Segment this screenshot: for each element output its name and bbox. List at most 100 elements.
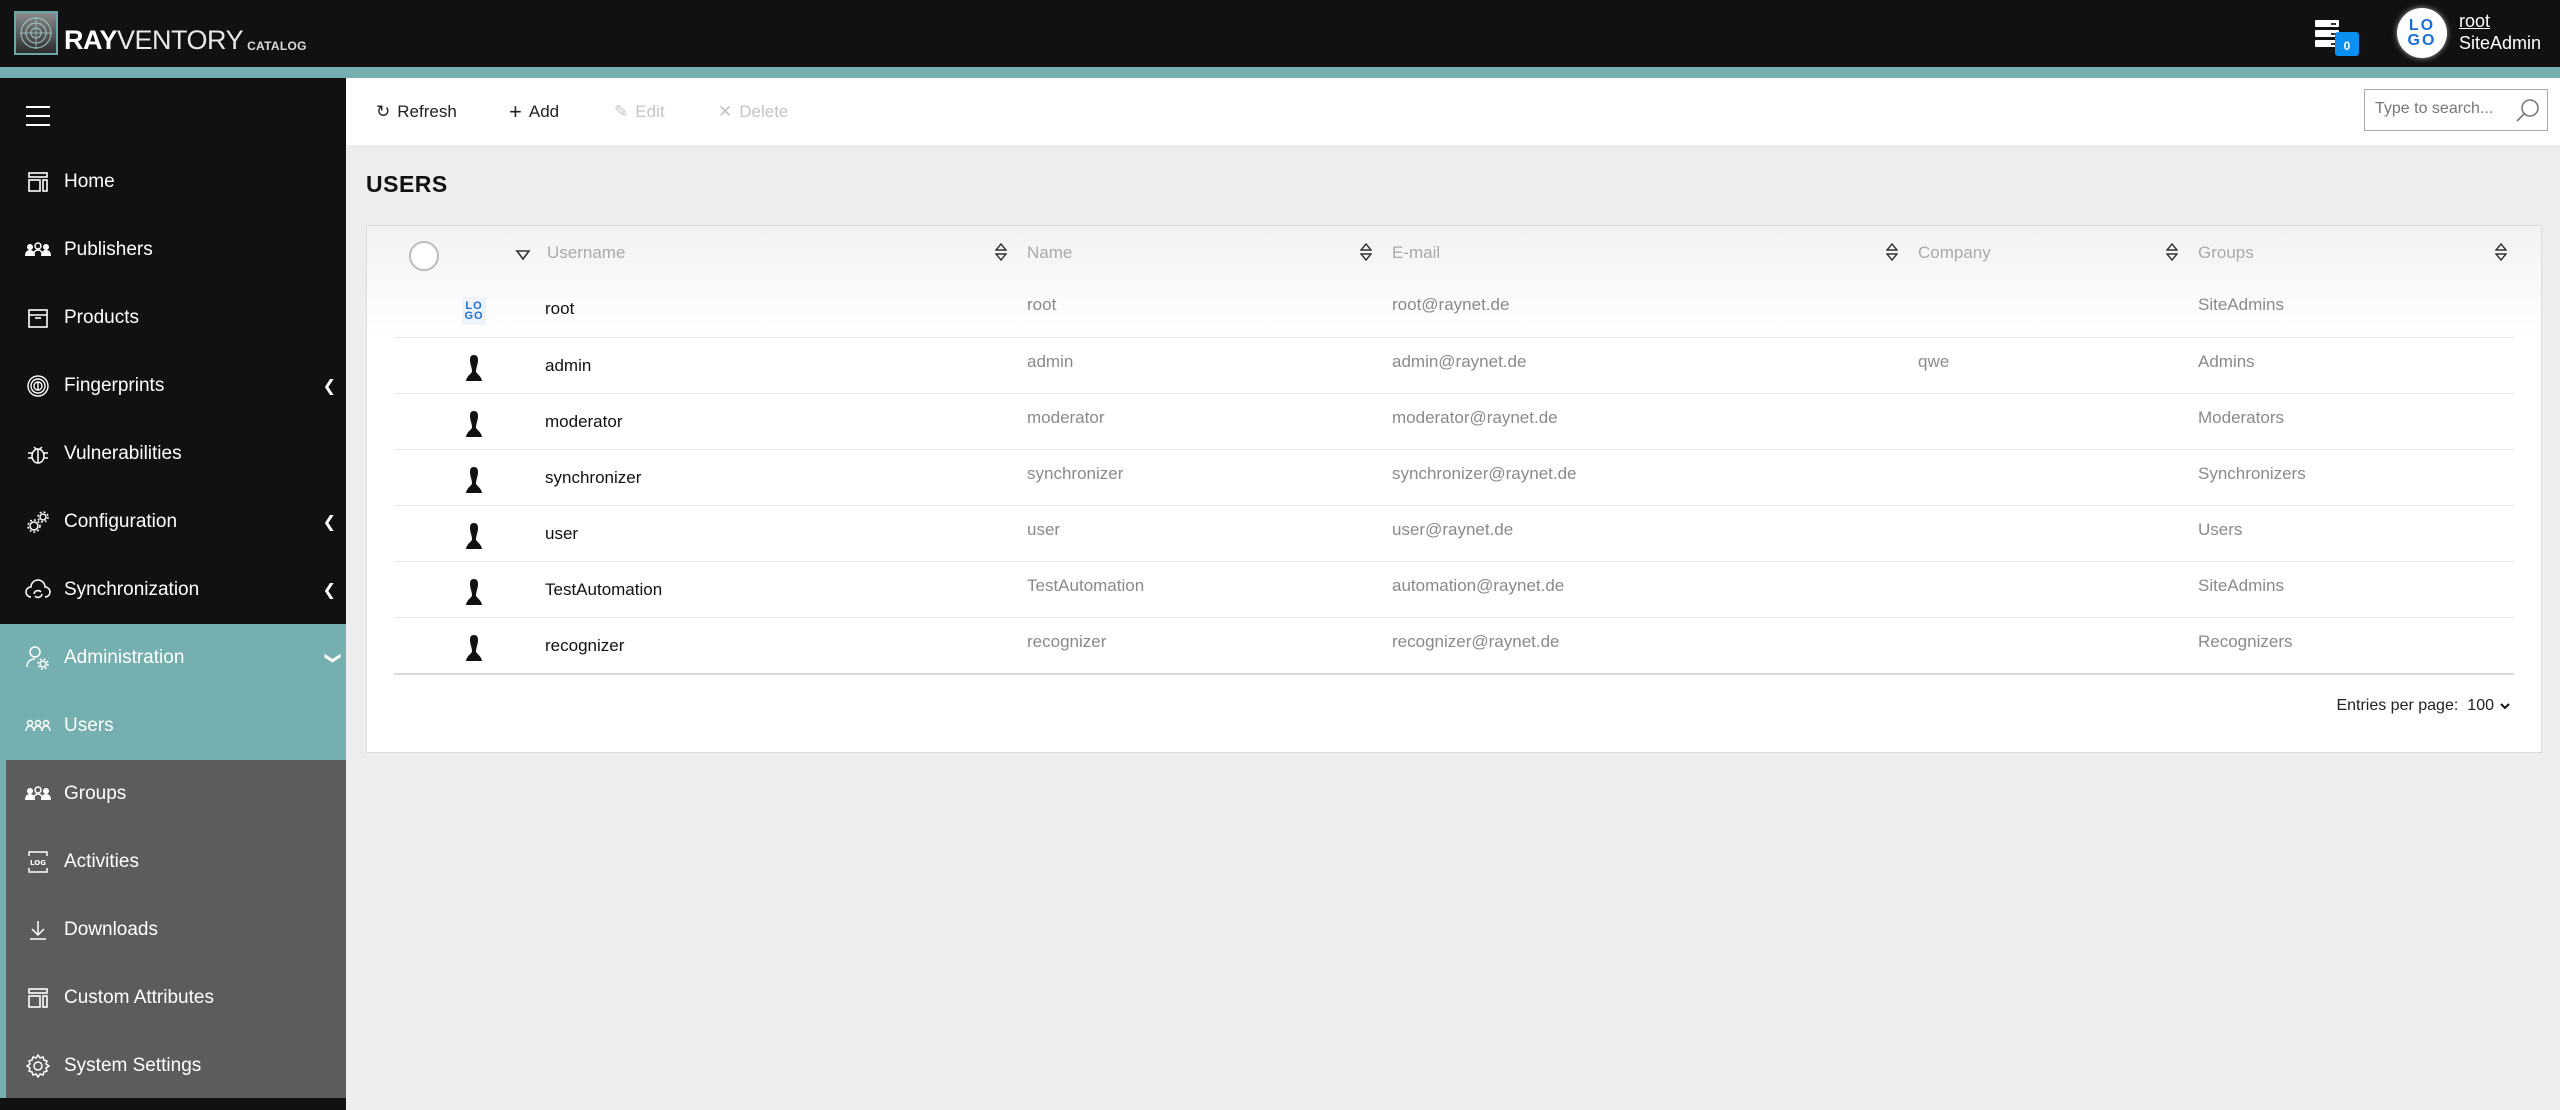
email-cell: admin@raynet.de (1392, 352, 1527, 371)
groups-cell: Recognizers (2198, 632, 2293, 651)
user-silhouette-icon (466, 467, 482, 493)
username-cell[interactable]: user (545, 524, 578, 544)
sidebar-item-label: Users (64, 715, 114, 736)
column-header-email[interactable]: E-mail (1392, 243, 1440, 263)
chevron-down-icon[interactable] (2499, 701, 2511, 711)
brand-light: VENTORY (117, 25, 244, 55)
entries-per-page-select[interactable]: 100 (2467, 697, 2494, 715)
user-name-link[interactable]: root (2459, 11, 2490, 32)
username-cell[interactable]: moderator (545, 412, 622, 432)
refresh-button[interactable]: ↻ Refresh (376, 78, 457, 145)
sort-icon[interactable] (2495, 242, 2507, 262)
sidebar-item-fingerprints[interactable]: Fingerprints ❮ (0, 352, 346, 420)
user-logo-avatar: LO GO (462, 297, 486, 325)
brand-subtitle: CATALOG (247, 39, 307, 53)
sort-icon[interactable] (995, 242, 1007, 262)
search-input[interactable] (2375, 90, 2515, 128)
users-table-panel: Username Name E-mail Company Groups LO GO… (366, 225, 2542, 753)
add-label: Add (528, 101, 560, 121)
layout-icon (24, 984, 52, 1012)
fingerprint-icon (24, 372, 52, 400)
username-cell[interactable]: synchronizer (545, 468, 641, 488)
username-cell[interactable]: recognizer (545, 636, 624, 656)
groups-cell: Moderators (2198, 408, 2284, 427)
app-logo[interactable]: RAYVENTORY CATALOG (14, 11, 307, 55)
table-row[interactable]: synchronizer synchronizer synchronizer@r… (394, 449, 2514, 505)
user-avatar[interactable]: LO GO (2397, 8, 2447, 58)
sidebar-item-products[interactable]: Products (0, 284, 346, 352)
select-all-checkbox[interactable] (409, 241, 439, 271)
sidebar-item-label: Activities (64, 851, 139, 872)
table-row[interactable]: LO GO root root root@raynet.de SiteAdmins (394, 281, 2514, 337)
toolbar: ↻ Refresh + Add ✎ Edit ✕ Delete (346, 78, 2560, 145)
email-cell: user@raynet.de (1392, 520, 1514, 539)
delete-label: Delete (739, 101, 789, 121)
column-header-groups[interactable]: Groups (2198, 243, 2254, 263)
sort-icon[interactable] (2166, 242, 2178, 262)
name-cell: admin (1027, 352, 1074, 371)
groups-cell: Synchronizers (2198, 464, 2306, 483)
column-header-username[interactable]: Username (547, 243, 625, 263)
name-cell: root (1027, 295, 1057, 314)
sidebar-item-administration[interactable]: Administration ❮ (0, 624, 346, 692)
bug-icon (24, 440, 52, 468)
table-row[interactable]: moderator moderator moderator@raynet.de … (394, 393, 2514, 449)
email-cell: root@raynet.de (1392, 295, 1510, 314)
brand-name: RAYVENTORY (64, 25, 244, 55)
refresh-icon: ↻ (376, 101, 391, 121)
sort-icon[interactable] (1886, 242, 1898, 262)
sidebar-item-synchronization[interactable]: Synchronization ❮ (0, 556, 346, 624)
user-silhouette-icon (466, 579, 482, 605)
username-cell[interactable]: root (545, 299, 574, 319)
avatar-text-top: LO (2408, 17, 2436, 34)
table-row[interactable]: admin admin admin@raynet.de qwe Admins (394, 337, 2514, 393)
chevron-down-icon: ❮ (323, 651, 341, 665)
menu-toggle-icon[interactable] (26, 106, 50, 126)
groups-cell: SiteAdmins (2198, 295, 2284, 314)
sidebar-item-system-settings[interactable]: System Settings (0, 1032, 346, 1100)
sidebar-item-home[interactable]: Home (0, 148, 346, 216)
plus-icon: + (509, 98, 522, 124)
sidebar-footer (0, 1098, 346, 1110)
sidebar-item-configuration[interactable]: Configuration ❮ (0, 488, 346, 556)
email-cell: moderator@raynet.de (1392, 408, 1558, 427)
pencil-icon: ✎ (614, 101, 629, 121)
table-row[interactable]: TestAutomation TestAutomation automation… (394, 561, 2514, 617)
table-row[interactable]: recognizer recognizer recognizer@raynet.… (394, 617, 2514, 673)
sidebar: Home Publishers Products Fingerprints ❮ … (0, 78, 346, 1110)
avatar-text-bottom: GO (2407, 32, 2437, 49)
sort-icon[interactable] (1360, 242, 1372, 262)
sidebar-item-downloads[interactable]: Downloads (0, 896, 346, 964)
sidebar-item-vulnerabilities[interactable]: Vulnerabilities (0, 420, 346, 488)
sidebar-item-label: Configuration (64, 511, 178, 532)
notification-count-badge: 0 (2335, 32, 2359, 56)
username-cell[interactable]: admin (545, 356, 591, 376)
edit-label: Edit (635, 101, 665, 121)
name-cell: TestAutomation (1027, 576, 1145, 595)
sidebar-item-label: Downloads (64, 919, 158, 940)
username-cell[interactable]: TestAutomation (545, 580, 662, 600)
email-cell: automation@raynet.de (1392, 576, 1565, 595)
radar-logo-icon (14, 11, 58, 55)
delete-button[interactable]: ✕ Delete (718, 78, 788, 145)
add-button[interactable]: + Add (509, 78, 559, 145)
sidebar-item-groups[interactable]: Groups (0, 760, 346, 828)
sort-descending-icon[interactable] (515, 249, 531, 261)
sidebar-item-activities[interactable]: LOG Activities (0, 828, 346, 896)
edit-button[interactable]: ✎ Edit (614, 78, 665, 145)
sidebar-item-label: Fingerprints (64, 375, 165, 396)
page-title: USERS (366, 171, 448, 197)
user-silhouette-icon (466, 523, 482, 549)
brand-bold: RAY (64, 25, 118, 55)
column-header-name[interactable]: Name (1027, 243, 1072, 263)
people-icon (24, 780, 52, 808)
table-row[interactable]: user user user@raynet.de Users (394, 505, 2514, 561)
notifications-button[interactable]: 0 (2312, 20, 2359, 60)
column-header-company[interactable]: Company (1918, 243, 1991, 263)
sidebar-item-custom-attributes[interactable]: Custom Attributes (0, 964, 346, 1032)
people-icon (24, 236, 52, 264)
search-icon[interactable] (2515, 98, 2541, 129)
sidebar-item-users[interactable]: Users (0, 692, 346, 760)
sidebar-item-publishers[interactable]: Publishers (0, 216, 346, 284)
user-gear-icon (24, 644, 52, 672)
